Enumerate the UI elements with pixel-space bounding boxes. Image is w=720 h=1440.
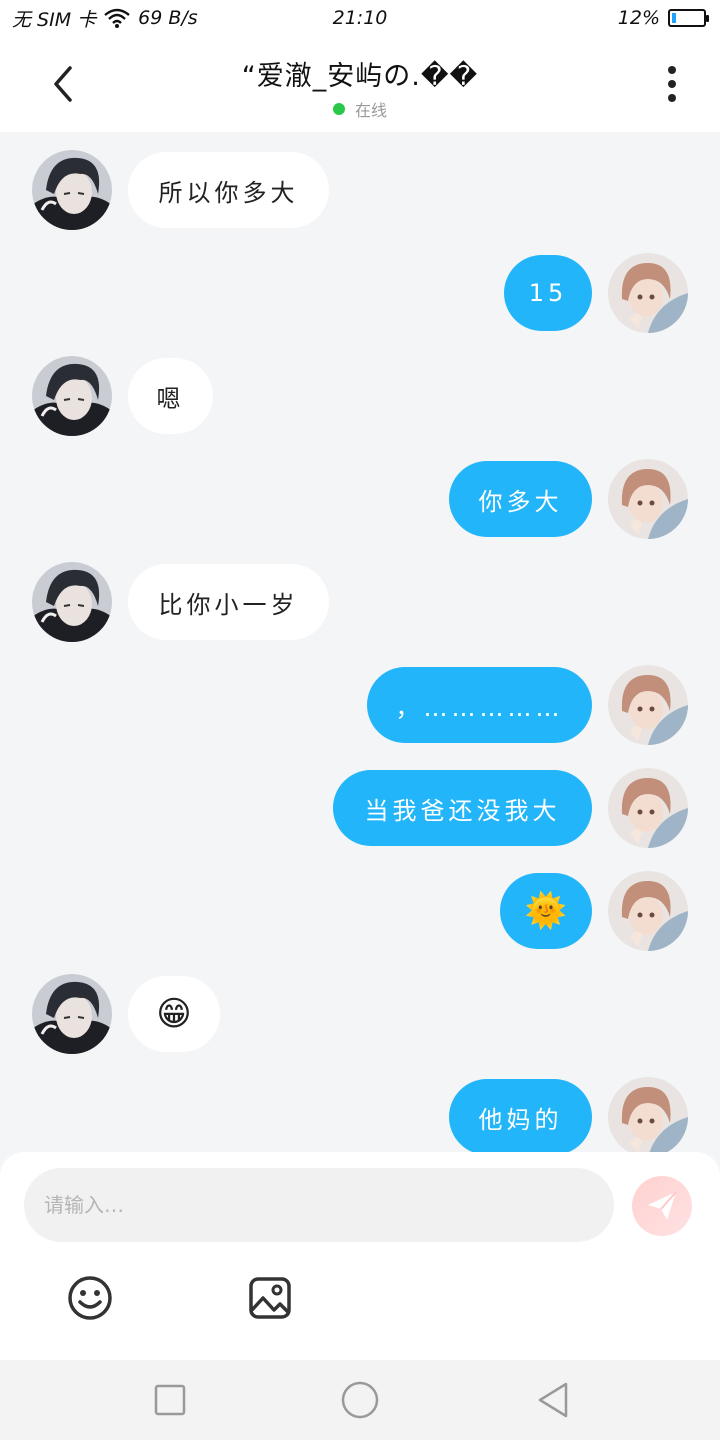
system-nav-bar [0,1360,720,1440]
status-left: 无 SIM 卡 69 B/s [12,5,198,32]
message-row: 当我爸还没我大 [0,768,720,848]
my-avatar[interactable] [608,459,688,539]
my-avatar[interactable] [608,871,688,951]
outgoing-message-bubble[interactable]: 🌞 [500,873,592,949]
incoming-message-bubble[interactable]: 嗯 [128,358,213,434]
back-button[interactable] [40,60,88,108]
message-row: 嗯 [0,356,720,436]
message-row: 他妈的 [0,1077,720,1152]
incoming-message-bubble[interactable]: 😁 [128,976,220,1052]
outgoing-message-bubble[interactable]: 他妈的 [449,1079,592,1152]
chat-header: “爱澈_安屿の.�� 在线 [0,36,720,132]
incoming-message-bubble[interactable]: 所以你多大 [128,152,329,228]
outgoing-message-bubble[interactable]: ，…………… [367,667,592,743]
outgoing-message-bubble[interactable]: 15 [504,255,592,331]
image-icon [249,1277,291,1319]
status-right: 12% [617,7,709,29]
emoji-button[interactable] [66,1274,114,1322]
wifi-icon [104,8,130,28]
status-bar: 无 SIM 卡 69 B/s 21:10 12% [0,0,720,36]
message-row: 你多大 [0,459,720,539]
contact-avatar[interactable] [32,356,112,436]
triangle-back-icon [538,1382,568,1418]
contact-avatar[interactable] [32,562,112,642]
my-avatar[interactable] [608,1077,688,1152]
battery-percent: 12% [617,7,660,29]
more-options-button[interactable] [648,60,696,108]
battery-icon [668,9,709,27]
message-row: 😁 [0,974,720,1054]
recent-apps-button[interactable] [150,1380,190,1420]
my-avatar[interactable] [608,768,688,848]
my-avatar[interactable] [608,253,688,333]
image-button[interactable] [246,1274,294,1322]
contact-avatar[interactable] [32,974,112,1054]
outgoing-message-bubble[interactable]: 你多大 [449,461,592,537]
chat-title-block: “爱澈_安屿の.�� 在线 [150,54,570,121]
battery-level [672,13,676,23]
message-row: ，…………… [0,665,720,745]
outgoing-message-bubble[interactable]: 当我爸还没我大 [333,770,592,846]
message-row: 15 [0,253,720,333]
paper-plane-icon [648,1191,677,1220]
nav-back-button[interactable] [534,1380,574,1420]
send-button[interactable] [632,1176,692,1236]
contact-avatar[interactable] [32,150,112,230]
chat-title: “爱澈_安屿の.�� [241,61,479,92]
message-input[interactable] [24,1168,614,1242]
circle-icon [341,1381,379,1419]
message-list[interactable]: 所以你多大 15 嗯你多大比你小一岁 ，…………… 当我爸还没我大 🌞 😁 他妈的 [0,132,720,1152]
incoming-message-bubble[interactable]: 比你小一岁 [128,564,329,640]
smiley-icon [68,1276,112,1320]
home-button[interactable] [340,1380,380,1420]
message-row: 所以你多大 [0,150,720,230]
presence-text: 在线 [354,101,387,120]
chevron-left-icon [54,66,72,102]
my-avatar[interactable] [608,665,688,745]
presence-status: 在线 [150,97,570,121]
square-icon [154,1384,186,1416]
composer [0,1152,720,1360]
more-vertical-icon [668,66,676,102]
message-row: 比你小一岁 [0,562,720,642]
message-row: 🌞 [0,871,720,951]
carrier-text: 无 SIM 卡 [12,8,97,31]
network-speed: 69 B/s [138,7,198,29]
online-dot [332,103,345,115]
